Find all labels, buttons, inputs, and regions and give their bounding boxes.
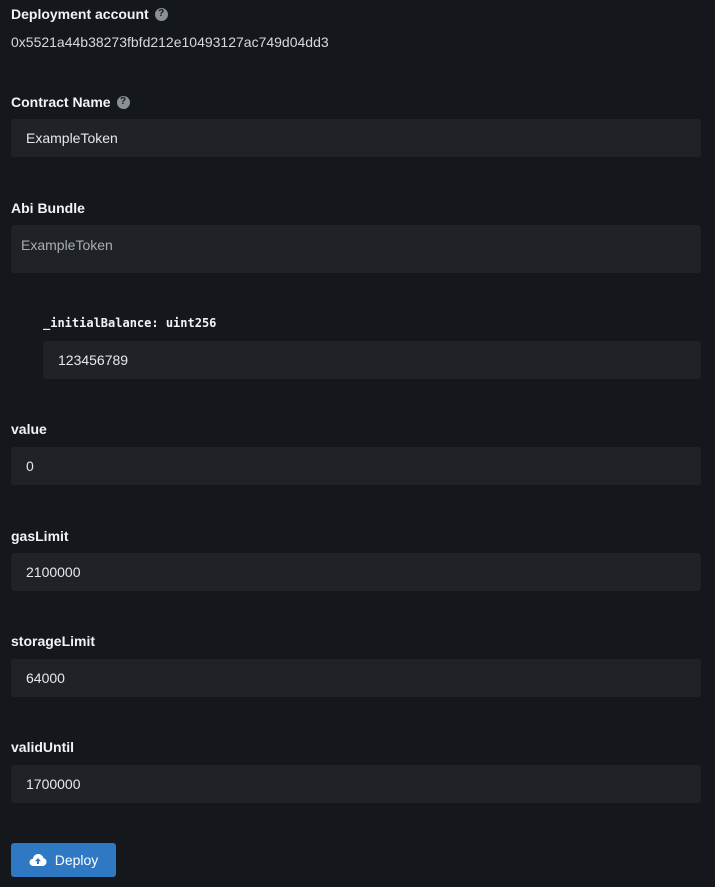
valid-until-label: validUntil — [11, 739, 75, 755]
gas-limit-input[interactable]: 2100000 — [11, 553, 701, 591]
valid-until-input[interactable]: 1700000 — [11, 765, 701, 803]
contract-name-label: Contract Name ? — [11, 94, 130, 110]
storage-limit-label: storageLimit — [11, 633, 96, 649]
question-circle-icon[interactable]: ? — [116, 95, 130, 109]
constructor-param-label: _initialBalance: uint256 — [43, 316, 217, 330]
deployment-account-label: Deployment account ? — [11, 6, 168, 22]
abi-bundle-select[interactable]: ExampleToken — [11, 225, 701, 273]
storage-limit-input[interactable]: 64000 — [11, 659, 701, 697]
contract-name-label-text: Contract Name — [11, 94, 111, 110]
gas-limit-label: gasLimit — [11, 528, 69, 544]
value-label: value — [11, 421, 47, 437]
deploy-button-label: Deploy — [54, 852, 99, 868]
question-circle-icon[interactable]: ? — [154, 7, 168, 21]
value-input[interactable]: 0 — [11, 447, 701, 485]
deployment-account-address: 0x5521a44b38273fbfd212e10493127ac749d04d… — [11, 34, 329, 50]
contract-name-input[interactable]: ExampleToken — [11, 119, 701, 157]
deployment-account-label-text: Deployment account — [11, 6, 149, 22]
initial-balance-input[interactable]: 123456789 — [43, 341, 701, 379]
cloud-upload-icon — [29, 853, 47, 867]
deploy-button[interactable]: Deploy — [11, 843, 116, 877]
deploy-form: Deployment account ? 0x5521a44b38273fbfd… — [0, 0, 715, 887]
abi-bundle-label: Abi Bundle — [11, 200, 85, 216]
